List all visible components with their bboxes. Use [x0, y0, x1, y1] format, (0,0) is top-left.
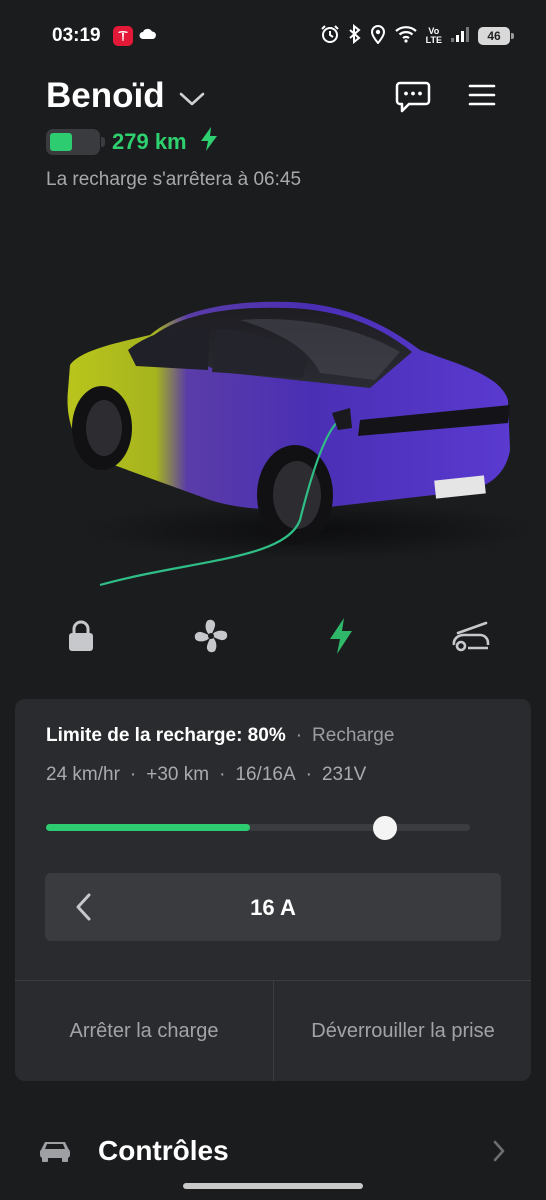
vehicle-battery-fill [50, 132, 73, 151]
chevron-right-icon [493, 1140, 505, 1162]
charge-limit-handle[interactable] [373, 816, 398, 840]
status-time: 03:19 [52, 25, 101, 46]
current-charge-fill [46, 824, 250, 831]
charging-stats: 24 km/hr · +30 km · 16/16A · 231V [46, 764, 366, 786]
fan-icon [194, 619, 228, 653]
home-indicator[interactable] [183, 1183, 363, 1189]
messages-button[interactable] [395, 80, 431, 114]
frunk-button[interactable] [446, 613, 496, 659]
vehicle-selector[interactable]: Benoïd [46, 76, 205, 116]
hamburger-menu-icon [468, 84, 496, 106]
alarm-icon [320, 24, 340, 49]
range-value: 279 km [112, 128, 187, 154]
charging-bolt-icon [199, 126, 219, 157]
charge-stop-time: La recharge s'arrêtera à 06:45 [46, 169, 302, 190]
controls-label: Contrôles [98, 1135, 229, 1166]
status-bar: 03:19 Vo LTE 46 [0, 0, 546, 72]
tesla-app-icon [112, 26, 133, 46]
location-icon [370, 24, 386, 49]
vehicle-battery-icon [46, 128, 105, 155]
climate-button[interactable] [186, 613, 236, 659]
menu-button[interactable] [468, 82, 496, 108]
range-added: +30 km [146, 764, 210, 785]
status-icons: Vo LTE 46 [320, 23, 514, 49]
charge-current: 16/16A [235, 764, 296, 785]
charging-bolt-icon [330, 618, 352, 654]
signal-icon [450, 25, 470, 48]
amperage-value: 16 A [250, 895, 296, 920]
amperage-selector: 16 A [45, 873, 501, 941]
cloud-icon [139, 27, 157, 45]
charging-panel: Limite de la recharge: 80% · Recharge 24… [15, 699, 531, 1081]
bluetooth-icon [348, 23, 362, 49]
vehicle-name: Benoïd [46, 76, 165, 115]
volte-indicator: Vo LTE [426, 27, 442, 45]
car-icon [40, 1142, 70, 1162]
wifi-icon [394, 25, 418, 48]
separator: · [295, 725, 303, 746]
volte-bottom: LTE [425, 35, 442, 45]
range-indicator: 279 km [46, 126, 219, 157]
lock-button[interactable] [56, 613, 106, 659]
separator: · [219, 764, 226, 785]
charging-status: Recharge [312, 725, 395, 746]
separator: · [129, 764, 137, 785]
charge-button[interactable] [316, 613, 366, 659]
stop-charging-button[interactable]: Arrêter la charge [15, 981, 273, 1081]
frunk-icon [452, 621, 490, 652]
charge-rate: 24 km/hr [46, 764, 120, 785]
chat-bubble-icon [395, 81, 431, 113]
lock-icon [69, 620, 93, 651]
charge-limit-label: Limite de la recharge: 80% [46, 725, 286, 746]
unlock-port-button[interactable]: Déverrouiller la prise [274, 981, 531, 1081]
charge-voltage: 231V [321, 764, 367, 785]
vehicle-image [40, 280, 540, 600]
battery-status: 46 [478, 27, 514, 45]
charge-limit-line: Limite de la recharge: 80% · Recharge [46, 725, 394, 747]
separator: · [305, 764, 312, 785]
charge-limit-slider[interactable] [46, 816, 470, 840]
quick-actions-bar [56, 612, 496, 660]
controls-menu-item[interactable]: Contrôles [38, 1126, 508, 1176]
chevron-down-icon [179, 76, 205, 116]
